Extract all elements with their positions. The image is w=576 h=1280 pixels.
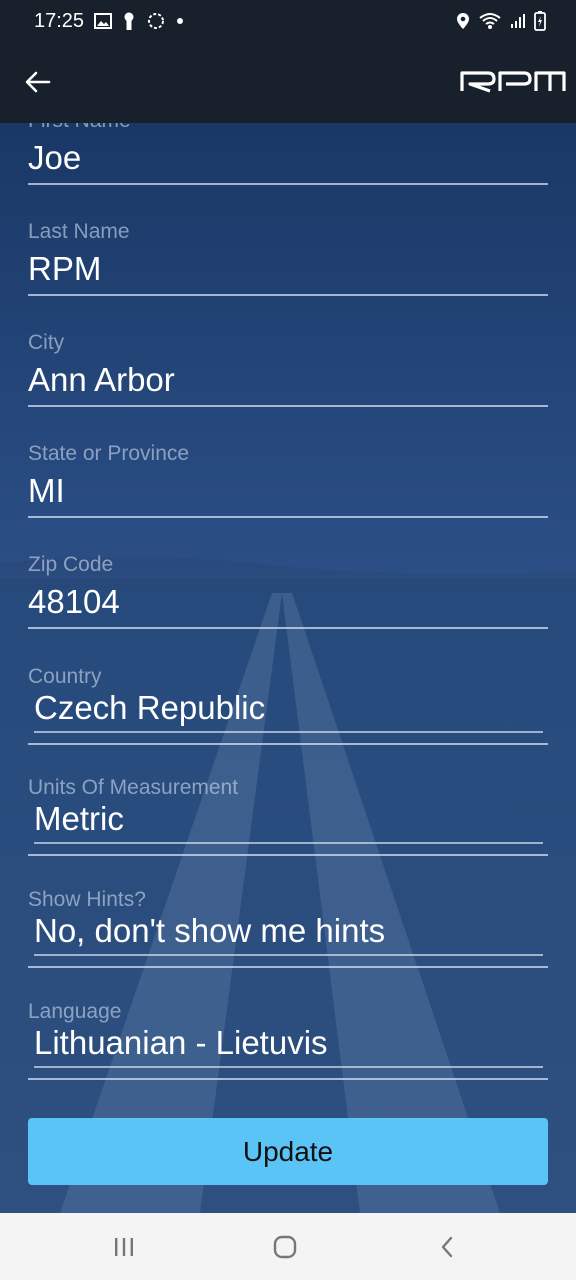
first-name-field[interactable]: First Name Joe bbox=[28, 123, 548, 185]
city-label: City bbox=[28, 331, 65, 354]
city-field[interactable]: City Ann Arbor bbox=[28, 331, 548, 407]
update-button[interactable]: Update bbox=[28, 1118, 548, 1185]
dot-icon bbox=[177, 18, 183, 24]
country-label: Country bbox=[28, 665, 102, 688]
system-nav-bar bbox=[0, 1213, 576, 1280]
recent-apps-button[interactable] bbox=[104, 1231, 144, 1263]
state-value[interactable]: MI bbox=[28, 472, 548, 510]
status-left-icons bbox=[94, 11, 184, 31]
zip-value[interactable]: 48104 bbox=[28, 583, 548, 621]
state-field[interactable]: State or Province MI bbox=[28, 442, 548, 518]
nav-back-icon bbox=[441, 1236, 453, 1258]
status-bar: 17:25 bbox=[0, 0, 576, 44]
zip-label: Zip Code bbox=[28, 553, 114, 576]
country-value[interactable]: Czech Republic bbox=[34, 689, 548, 727]
country-underline bbox=[28, 743, 548, 745]
app-bar bbox=[0, 44, 576, 123]
country-select[interactable]: Country Czech Republic bbox=[28, 665, 548, 745]
hints-value[interactable]: No, don't show me hints bbox=[34, 912, 548, 950]
language-select[interactable]: Language Lithuanian - Lietuvis bbox=[28, 1000, 548, 1080]
back-button[interactable] bbox=[20, 64, 56, 100]
rpm-logo bbox=[460, 71, 566, 93]
units-inner-underline bbox=[34, 842, 543, 844]
nav-back-button[interactable] bbox=[427, 1231, 467, 1263]
last-name-value[interactable]: RPM bbox=[28, 250, 548, 288]
home-button[interactable] bbox=[265, 1231, 305, 1263]
first-name-value[interactable]: Joe bbox=[28, 139, 548, 177]
signal-icon bbox=[511, 14, 525, 28]
hints-inner-underline bbox=[34, 954, 543, 956]
hints-select[interactable]: Show Hints? No, don't show me hints bbox=[28, 888, 548, 968]
last-name-label: Last Name bbox=[28, 220, 130, 243]
first-name-underline bbox=[28, 183, 548, 185]
language-label: Language bbox=[28, 1000, 122, 1023]
units-underline bbox=[28, 854, 548, 856]
last-name-field[interactable]: Last Name RPM bbox=[28, 220, 548, 296]
units-label: Units Of Measurement bbox=[28, 776, 239, 799]
zip-underline bbox=[28, 627, 548, 629]
language-underline bbox=[28, 1078, 548, 1080]
hints-label: Show Hints? bbox=[28, 888, 146, 911]
city-value[interactable]: Ann Arbor bbox=[28, 361, 548, 399]
units-value[interactable]: Metric bbox=[34, 800, 548, 838]
state-label: State or Province bbox=[28, 442, 190, 465]
state-underline bbox=[28, 516, 548, 518]
country-inner-underline bbox=[34, 731, 543, 733]
battery-icon bbox=[534, 11, 546, 31]
hints-underline bbox=[28, 966, 548, 968]
status-time: 17:25 bbox=[34, 10, 85, 32]
image-icon bbox=[94, 13, 112, 29]
language-inner-underline bbox=[34, 1066, 543, 1068]
home-icon bbox=[273, 1235, 297, 1259]
status-right-icons bbox=[456, 11, 546, 31]
location-icon bbox=[457, 13, 469, 29]
wifi-icon bbox=[479, 13, 501, 29]
sync-icon bbox=[148, 13, 164, 29]
recent-apps-icon bbox=[115, 1238, 133, 1256]
profile-form: First Name Joe Last Name RPM City Ann Ar… bbox=[0, 123, 576, 1213]
keyhole-icon bbox=[124, 12, 134, 30]
language-value[interactable]: Lithuanian - Lietuvis bbox=[34, 1024, 548, 1062]
units-select[interactable]: Units Of Measurement Metric bbox=[28, 776, 548, 856]
arrow-left-icon bbox=[25, 71, 51, 93]
first-name-label: First Name bbox=[28, 123, 548, 133]
zip-field[interactable]: Zip Code 48104 bbox=[28, 553, 548, 629]
last-name-underline bbox=[28, 294, 548, 296]
city-underline bbox=[28, 405, 548, 407]
